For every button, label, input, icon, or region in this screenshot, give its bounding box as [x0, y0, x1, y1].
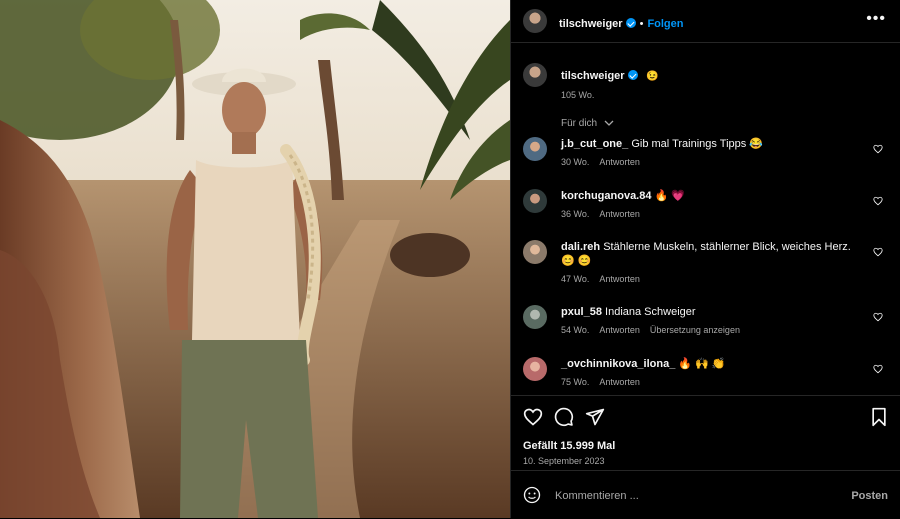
comment-body: pxul_58 Indiana Schweiger 54 Wo. Antworte… — [561, 305, 861, 335]
comment-body: korchuganova.84 🔥 💗 36 Wo. Antworten — [561, 189, 861, 219]
caption-avatar[interactable] — [523, 63, 547, 87]
comment-username[interactable]: dali.reh — [561, 241, 600, 253]
post-header: tilschweiger • Folgen ••• — [511, 0, 900, 43]
reply-button[interactable]: Antworten — [599, 325, 640, 335]
heart-icon[interactable] — [523, 407, 543, 427]
translate-button[interactable]: Übersetzung anzeigen — [650, 325, 740, 335]
comment-body: j.b_cut_one_ Gib mal Trainings Tipps 😂 3… — [561, 137, 861, 167]
commenter-avatar[interactable] — [523, 189, 547, 213]
commenter-avatar[interactable] — [523, 240, 547, 264]
comment-like-heart-icon[interactable] — [873, 364, 883, 374]
comment-composer: Kommentieren ... Posten — [511, 470, 900, 519]
post-sidebar: tilschweiger • Folgen ••• tilschweiger 😉 1… — [510, 0, 900, 518]
comment-time: 36 Wo. — [561, 209, 590, 219]
chevron-down-icon — [604, 120, 614, 126]
post-comment-button[interactable]: Posten — [851, 490, 888, 502]
comment-username[interactable]: _ovchinnikova_ilona_ — [561, 358, 675, 370]
comment-time: 75 Wo. — [561, 377, 590, 387]
commenter-avatar[interactable] — [523, 357, 547, 381]
comment-text: Indiana Schweiger — [605, 306, 696, 318]
caption-text: 😉 — [646, 71, 659, 82]
post-date: 10. September 2023 — [523, 456, 605, 466]
reply-button[interactable]: Antworten — [599, 209, 640, 219]
author-info: tilschweiger • Folgen — [559, 14, 684, 32]
commenter-avatar[interactable] — [523, 137, 547, 161]
bookmark-icon[interactable] — [870, 407, 888, 427]
comment-like-heart-icon[interactable] — [873, 247, 883, 257]
verified-badge-icon — [627, 70, 638, 80]
follow-button[interactable]: Folgen — [647, 18, 683, 30]
comment-like-heart-icon[interactable] — [873, 196, 883, 206]
emoji-icon[interactable] — [523, 486, 541, 504]
reply-button[interactable]: Antworten — [599, 274, 640, 284]
photo-illustration — [0, 0, 510, 518]
comment-icon[interactable] — [554, 407, 574, 427]
comment-like-heart-icon[interactable] — [873, 144, 883, 154]
comment-filter[interactable]: Für dich — [561, 113, 614, 131]
comment-input[interactable]: Kommentieren ... — [555, 490, 639, 502]
comment-username[interactable]: korchuganova.84 — [561, 190, 651, 202]
commenter-avatar[interactable] — [523, 305, 547, 329]
comment-time: 30 Wo. — [561, 157, 590, 167]
reply-button[interactable]: Antworten — [599, 157, 640, 167]
likes-count[interactable]: Gefällt 15.999 Mal — [523, 440, 615, 452]
author-username[interactable]: tilschweiger — [559, 18, 623, 30]
comment-username[interactable]: j.b_cut_one_ — [561, 138, 628, 150]
comment-text: 🔥 💗 — [654, 190, 685, 202]
comment-body: dali.reh Stählerne Muskeln, stählerner B… — [561, 240, 861, 284]
share-icon[interactable] — [585, 407, 605, 427]
comment-filter-label: Für dich — [561, 118, 598, 129]
caption-time: 105 Wo. — [561, 90, 595, 100]
comment-like-heart-icon[interactable] — [873, 312, 883, 322]
comment-body: _ovchinnikova_ilona_ 🔥 🙌 👏 75 Wo. Antwort… — [561, 357, 861, 387]
comment-time: 54 Wo. — [561, 325, 590, 335]
caption-body: tilschweiger 😉 105 Wo. — [561, 63, 861, 100]
verified-badge-icon — [625, 18, 636, 28]
comment-username[interactable]: pxul_58 — [561, 306, 602, 318]
comment-text: Gib mal Trainings Tipps 😂 — [631, 138, 764, 150]
comment-text: Stählerne Muskeln, stählerner Blick, wei… — [561, 241, 851, 267]
comment-text: 🔥 🙌 👏 — [678, 358, 726, 370]
separator-dot: • — [639, 18, 644, 30]
more-icon[interactable]: ••• — [866, 11, 886, 27]
author-avatar[interactable] — [523, 9, 547, 33]
caption-username[interactable]: tilschweiger — [561, 70, 625, 82]
reply-button[interactable]: Antworten — [599, 377, 640, 387]
comment-time: 47 Wo. — [561, 274, 590, 284]
post-photo[interactable] — [0, 0, 510, 518]
